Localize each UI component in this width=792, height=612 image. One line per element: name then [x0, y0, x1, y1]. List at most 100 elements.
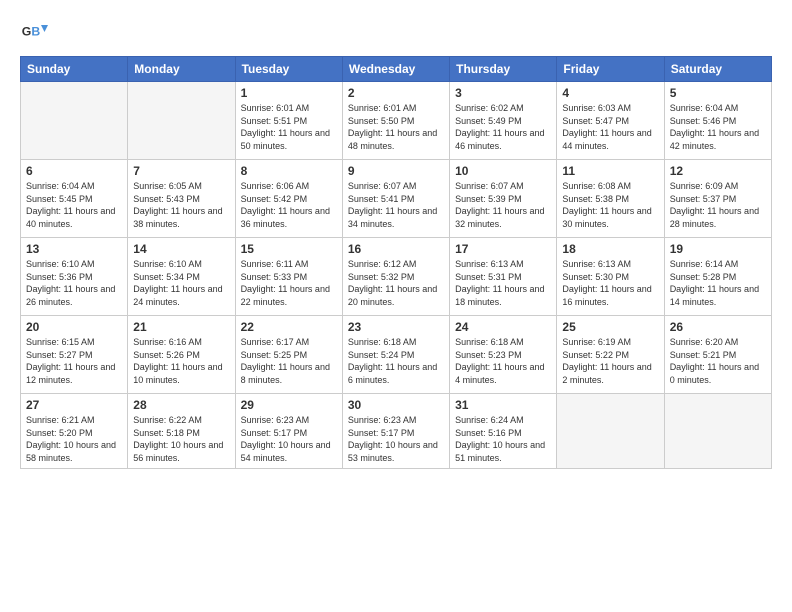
- day-info: Sunrise: 6:13 AM Sunset: 5:30 PM Dayligh…: [562, 258, 658, 308]
- calendar-cell: 14 Sunrise: 6:10 AM Sunset: 5:34 PM Dayli…: [128, 238, 235, 316]
- day-info: Sunrise: 6:10 AM Sunset: 5:36 PM Dayligh…: [26, 258, 122, 308]
- calendar-week-4: 20 Sunrise: 6:15 AM Sunset: 5:27 PM Dayli…: [21, 316, 772, 394]
- day-number: 11: [562, 164, 658, 178]
- calendar-cell: 22 Sunrise: 6:17 AM Sunset: 5:25 PM Dayli…: [235, 316, 342, 394]
- calendar-header-sunday: Sunday: [21, 57, 128, 82]
- calendar-header-friday: Friday: [557, 57, 664, 82]
- day-number: 31: [455, 398, 551, 412]
- day-number: 12: [670, 164, 766, 178]
- day-number: 28: [133, 398, 229, 412]
- day-info: Sunrise: 6:20 AM Sunset: 5:21 PM Dayligh…: [670, 336, 766, 386]
- calendar-cell: 19 Sunrise: 6:14 AM Sunset: 5:28 PM Dayli…: [664, 238, 771, 316]
- header: G B: [20, 18, 772, 46]
- day-info: Sunrise: 6:04 AM Sunset: 5:46 PM Dayligh…: [670, 102, 766, 152]
- day-info: Sunrise: 6:17 AM Sunset: 5:25 PM Dayligh…: [241, 336, 337, 386]
- day-number: 22: [241, 320, 337, 334]
- calendar-cell: [557, 394, 664, 469]
- calendar-cell: 28 Sunrise: 6:22 AM Sunset: 5:18 PM Dayli…: [128, 394, 235, 469]
- calendar-cell: 26 Sunrise: 6:20 AM Sunset: 5:21 PM Dayli…: [664, 316, 771, 394]
- day-number: 3: [455, 86, 551, 100]
- day-number: 8: [241, 164, 337, 178]
- calendar-header-monday: Monday: [128, 57, 235, 82]
- day-info: Sunrise: 6:06 AM Sunset: 5:42 PM Dayligh…: [241, 180, 337, 230]
- day-number: 25: [562, 320, 658, 334]
- calendar-cell: 17Sunrise: 6:13 AM Sunset: 5:31 PM Dayli…: [450, 238, 557, 316]
- day-info: Sunrise: 6:14 AM Sunset: 5:28 PM Dayligh…: [670, 258, 766, 308]
- calendar-cell: 15 Sunrise: 6:11 AM Sunset: 5:33 PM Dayli…: [235, 238, 342, 316]
- day-info: Sunrise: 6:24 AM Sunset: 5:16 PM Dayligh…: [455, 414, 551, 464]
- calendar-cell: 6 Sunrise: 6:04 AM Sunset: 5:45 PM Daylig…: [21, 160, 128, 238]
- day-info: Sunrise: 6:04 AM Sunset: 5:45 PM Dayligh…: [26, 180, 122, 230]
- day-number: 21: [133, 320, 229, 334]
- day-number: 14: [133, 242, 229, 256]
- day-number: 23: [348, 320, 444, 334]
- calendar-week-5: 27Sunrise: 6:21 AM Sunset: 5:20 PM Dayli…: [21, 394, 772, 469]
- day-info: Sunrise: 6:16 AM Sunset: 5:26 PM Dayligh…: [133, 336, 229, 386]
- day-number: 24: [455, 320, 551, 334]
- calendar-cell: 3Sunrise: 6:02 AM Sunset: 5:49 PM Daylig…: [450, 82, 557, 160]
- day-info: Sunrise: 6:13 AM Sunset: 5:31 PM Dayligh…: [455, 258, 551, 308]
- svg-text:B: B: [31, 25, 40, 39]
- day-number: 16: [348, 242, 444, 256]
- calendar-cell: 12 Sunrise: 6:09 AM Sunset: 5:37 PM Dayli…: [664, 160, 771, 238]
- day-number: 1: [241, 86, 337, 100]
- calendar-cell: 25 Sunrise: 6:19 AM Sunset: 5:22 PM Dayli…: [557, 316, 664, 394]
- day-number: 26: [670, 320, 766, 334]
- calendar-header-row: SundayMondayTuesdayWednesdayThursdayFrid…: [21, 57, 772, 82]
- calendar-cell: 31 Sunrise: 6:24 AM Sunset: 5:16 PM Dayli…: [450, 394, 557, 469]
- day-number: 20: [26, 320, 122, 334]
- calendar-cell: 4Sunrise: 6:03 AM Sunset: 5:47 PM Daylig…: [557, 82, 664, 160]
- day-number: 7: [133, 164, 229, 178]
- day-info: Sunrise: 6:12 AM Sunset: 5:32 PM Dayligh…: [348, 258, 444, 308]
- calendar-cell: 5 Sunrise: 6:04 AM Sunset: 5:46 PM Daylig…: [664, 82, 771, 160]
- page: G B SundayMondayTuesdayWednesdayThursday…: [0, 0, 792, 612]
- calendar-header-tuesday: Tuesday: [235, 57, 342, 82]
- calendar-week-2: 6 Sunrise: 6:04 AM Sunset: 5:45 PM Daylig…: [21, 160, 772, 238]
- calendar-cell: [128, 82, 235, 160]
- day-number: 5: [670, 86, 766, 100]
- day-info: Sunrise: 6:07 AM Sunset: 5:41 PM Dayligh…: [348, 180, 444, 230]
- day-info: Sunrise: 6:15 AM Sunset: 5:27 PM Dayligh…: [26, 336, 122, 386]
- day-info: Sunrise: 6:21 AM Sunset: 5:20 PM Dayligh…: [26, 414, 122, 464]
- calendar-header-thursday: Thursday: [450, 57, 557, 82]
- day-info: Sunrise: 6:05 AM Sunset: 5:43 PM Dayligh…: [133, 180, 229, 230]
- day-number: 15: [241, 242, 337, 256]
- day-info: Sunrise: 6:11 AM Sunset: 5:33 PM Dayligh…: [241, 258, 337, 308]
- day-info: Sunrise: 6:09 AM Sunset: 5:37 PM Dayligh…: [670, 180, 766, 230]
- calendar-cell: 10 Sunrise: 6:07 AM Sunset: 5:39 PM Dayli…: [450, 160, 557, 238]
- calendar-week-3: 13 Sunrise: 6:10 AM Sunset: 5:36 PM Dayli…: [21, 238, 772, 316]
- day-number: 19: [670, 242, 766, 256]
- day-info: Sunrise: 6:18 AM Sunset: 5:23 PM Dayligh…: [455, 336, 551, 386]
- day-number: 6: [26, 164, 122, 178]
- calendar-week-1: 1 Sunrise: 6:01 AM Sunset: 5:51 PM Daylig…: [21, 82, 772, 160]
- calendar-cell: 2 Sunrise: 6:01 AM Sunset: 5:50 PM Daylig…: [342, 82, 449, 160]
- calendar-table: SundayMondayTuesdayWednesdayThursdayFrid…: [20, 56, 772, 469]
- calendar-cell: 18 Sunrise: 6:13 AM Sunset: 5:30 PM Dayli…: [557, 238, 664, 316]
- day-number: 13: [26, 242, 122, 256]
- calendar-header-saturday: Saturday: [664, 57, 771, 82]
- day-info: Sunrise: 6:22 AM Sunset: 5:18 PM Dayligh…: [133, 414, 229, 464]
- day-info: Sunrise: 6:01 AM Sunset: 5:51 PM Dayligh…: [241, 102, 337, 152]
- day-number: 18: [562, 242, 658, 256]
- day-info: Sunrise: 6:07 AM Sunset: 5:39 PM Dayligh…: [455, 180, 551, 230]
- day-info: Sunrise: 6:19 AM Sunset: 5:22 PM Dayligh…: [562, 336, 658, 386]
- day-info: Sunrise: 6:18 AM Sunset: 5:24 PM Dayligh…: [348, 336, 444, 386]
- day-number: 29: [241, 398, 337, 412]
- day-number: 4: [562, 86, 658, 100]
- svg-text:G: G: [22, 25, 32, 39]
- calendar-cell: 8 Sunrise: 6:06 AM Sunset: 5:42 PM Daylig…: [235, 160, 342, 238]
- day-number: 9: [348, 164, 444, 178]
- calendar-cell: 30Sunrise: 6:23 AM Sunset: 5:17 PM Dayli…: [342, 394, 449, 469]
- day-info: Sunrise: 6:01 AM Sunset: 5:50 PM Dayligh…: [348, 102, 444, 152]
- logo-icon: G B: [20, 18, 48, 46]
- day-info: Sunrise: 6:10 AM Sunset: 5:34 PM Dayligh…: [133, 258, 229, 308]
- calendar-cell: 29Sunrise: 6:23 AM Sunset: 5:17 PM Dayli…: [235, 394, 342, 469]
- calendar-cell: 11Sunrise: 6:08 AM Sunset: 5:38 PM Dayli…: [557, 160, 664, 238]
- day-info: Sunrise: 6:23 AM Sunset: 5:17 PM Dayligh…: [348, 414, 444, 464]
- day-number: 10: [455, 164, 551, 178]
- calendar-cell: 7 Sunrise: 6:05 AM Sunset: 5:43 PM Daylig…: [128, 160, 235, 238]
- calendar-cell: 24 Sunrise: 6:18 AM Sunset: 5:23 PM Dayli…: [450, 316, 557, 394]
- calendar-cell: [664, 394, 771, 469]
- logo: G B: [20, 18, 52, 46]
- day-number: 2: [348, 86, 444, 100]
